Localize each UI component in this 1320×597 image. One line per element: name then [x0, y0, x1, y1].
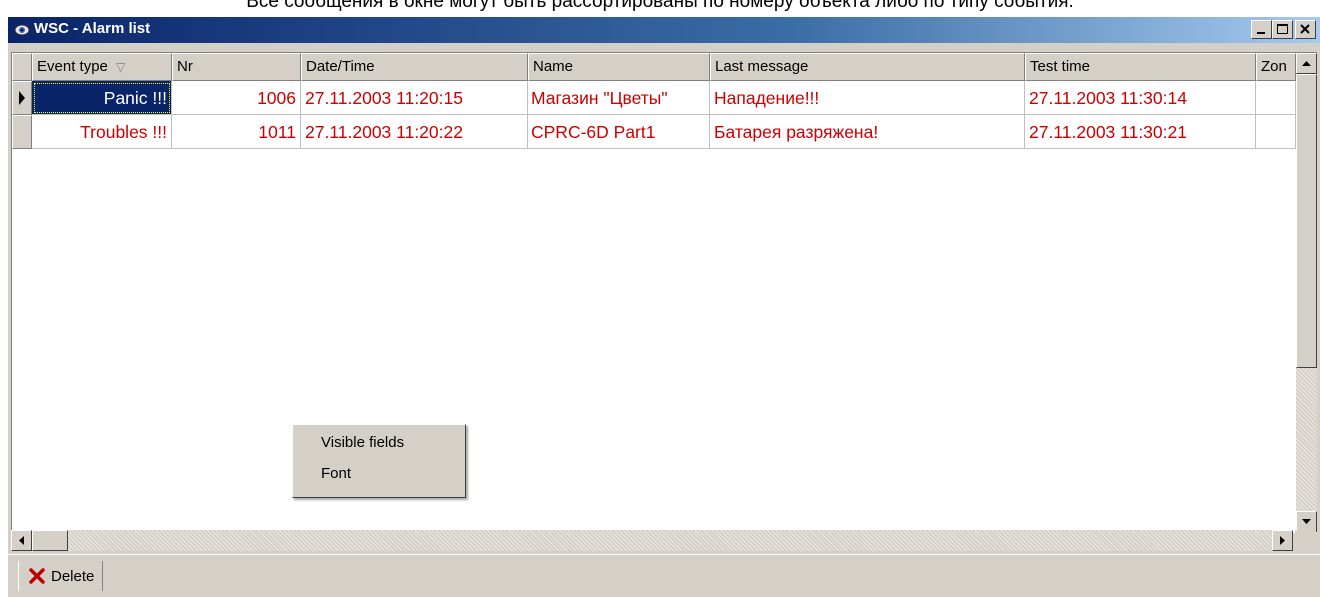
minimize-button[interactable] [1251, 20, 1272, 39]
app-eye-icon [14, 24, 30, 36]
maximize-button[interactable] [1272, 20, 1293, 39]
column-header-zone[interactable]: Zon [1256, 53, 1296, 81]
arrow-left-icon [19, 536, 24, 545]
cell-event-type[interactable]: Troubles !!! [32, 115, 172, 149]
scrollbar-corner [1295, 530, 1316, 551]
red-x-icon [29, 568, 45, 584]
context-menu: Visible fields Font [292, 424, 466, 498]
column-header-label: Date/Time [306, 58, 375, 75]
cell-datetime[interactable]: 27.11.2003 11:20:15 [301, 81, 528, 115]
maximize-icon [1277, 24, 1288, 34]
column-header-test-time[interactable]: Test time [1025, 53, 1256, 81]
horizontal-scrollbar[interactable] [11, 530, 1293, 551]
header-indicator-corner [12, 53, 32, 81]
arrow-up-icon [1302, 61, 1311, 66]
cell-test-time[interactable]: 27.11.2003 11:30:21 [1025, 115, 1256, 149]
column-header-label: Zon [1261, 58, 1287, 75]
scroll-down-button[interactable] [1296, 511, 1317, 532]
cell-nr[interactable]: 1011 [172, 115, 301, 149]
close-icon [1300, 24, 1310, 34]
menu-item-visible-fields[interactable]: Visible fields [321, 434, 404, 451]
current-row-arrow-icon [19, 91, 25, 105]
column-header-name[interactable]: Name [528, 53, 710, 81]
row-indicator[interactable] [12, 115, 32, 149]
delete-button[interactable]: Delete [18, 561, 104, 591]
caption-text: Все сообщения в окне могут быть рассорти… [246, 0, 1074, 12]
cell-zone[interactable] [1256, 115, 1296, 149]
column-header-label: Nr [177, 58, 193, 75]
window-title: WSC - Alarm list [34, 20, 151, 37]
cell-event-type[interactable]: Panic !!! [32, 81, 172, 115]
cell-last-message[interactable]: Батарея разряжена! [710, 115, 1025, 149]
delete-label: Delete [51, 567, 95, 585]
cell-zone[interactable] [1256, 81, 1296, 115]
column-header-label: Last message [715, 58, 809, 75]
scroll-right-button[interactable] [1272, 530, 1293, 551]
column-header-label: Name [533, 58, 574, 75]
cell-datetime[interactable]: 27.11.2003 11:20:22 [301, 115, 528, 149]
cell-test-time[interactable]: 27.11.2003 11:30:14 [1025, 81, 1256, 115]
column-header-nr[interactable]: Nr [172, 53, 301, 81]
cell-nr[interactable]: 1006 [172, 81, 301, 115]
bottom-toolbar: Delete [8, 554, 1320, 597]
close-button[interactable] [1295, 20, 1316, 39]
alarm-grid[interactable]: Event type ▽ Nr Date/Time Name Last mess… [11, 52, 1317, 533]
alarm-list-window: WSC - Alarm list Event type ▽ Nr Date/Ti… [8, 17, 1320, 597]
vertical-scroll-thumb[interactable] [1296, 74, 1317, 368]
arrow-right-icon [1280, 536, 1285, 545]
arrow-down-icon [1302, 519, 1311, 524]
column-header-label: Event type [37, 58, 108, 75]
column-header-label: Test time [1030, 58, 1091, 75]
sort-triangle-icon: ▽ [116, 60, 126, 74]
cell-name[interactable]: CPRC-6D Part1 [528, 115, 710, 149]
column-header-event-type[interactable]: Event type ▽ [32, 53, 172, 81]
title-bar[interactable]: WSC - Alarm list [8, 17, 1320, 43]
horizontal-scroll-thumb[interactable] [32, 530, 68, 551]
scroll-up-button[interactable] [1296, 53, 1317, 74]
menu-item-font[interactable]: Font [321, 465, 351, 482]
cell-name[interactable]: Магазин "Цветы" [528, 81, 710, 115]
minimize-icon [1257, 32, 1265, 34]
scroll-left-button[interactable] [11, 530, 32, 551]
vertical-scrollbar[interactable] [1296, 53, 1317, 532]
row-indicator[interactable] [12, 81, 32, 115]
column-header-datetime[interactable]: Date/Time [301, 53, 528, 81]
cell-last-message[interactable]: Нападение!!! [710, 81, 1025, 115]
column-header-last-message[interactable]: Last message [710, 53, 1025, 81]
